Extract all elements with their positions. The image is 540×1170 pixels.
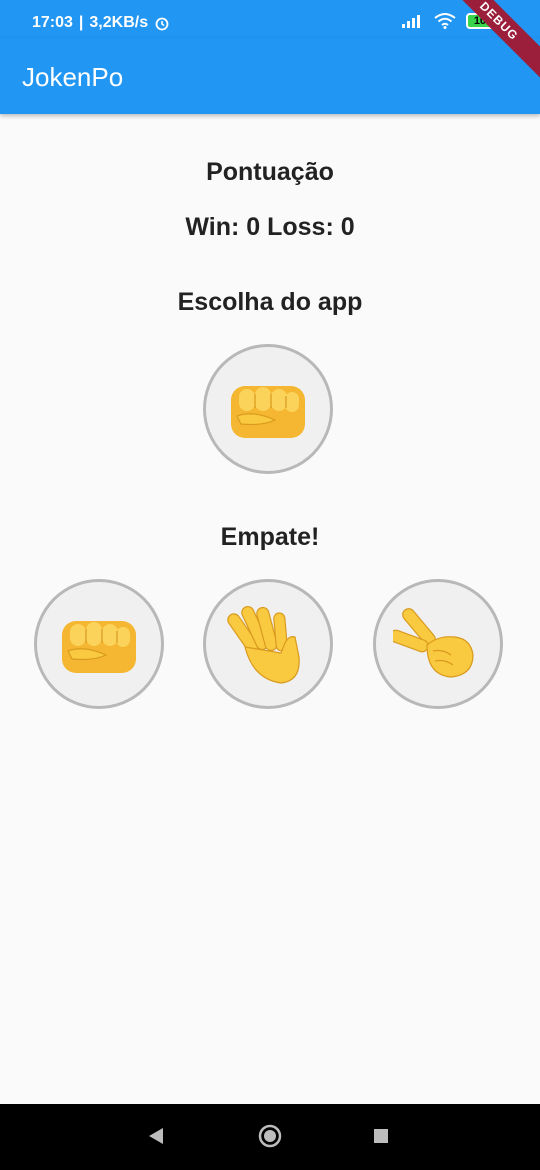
fist-icon: [231, 386, 305, 438]
score-title: Pontuação: [206, 158, 334, 186]
hand-icon: [227, 605, 300, 684]
home-icon[interactable]: [258, 1124, 282, 1148]
choice-rock-button[interactable]: [34, 579, 164, 709]
choice-scissors-button[interactable]: [373, 579, 503, 709]
debug-ribbon-container: DEBUG: [430, 0, 540, 110]
status-left: 17:03 | 3,2KB/s: [32, 14, 170, 32]
app-choice-image: [203, 344, 333, 474]
debug-banner: DEBUG: [438, 0, 540, 82]
fist-icon: [62, 621, 136, 673]
signal-icon: [402, 15, 420, 28]
result-text: Empate!: [220, 523, 320, 551]
navigation-bar: [0, 1104, 540, 1170]
score-text: Win: 0 Loss: 0: [185, 213, 355, 241]
status-time: 17:03: [32, 14, 73, 31]
alarm-icon: [155, 17, 169, 31]
recents-icon[interactable]: [373, 1128, 389, 1144]
status-network-speed: 3,2KB/s: [89, 14, 149, 31]
choice-paper-button[interactable]: [203, 579, 333, 709]
app-choice-title: Escolha do app: [177, 288, 363, 316]
status-separator: |: [78, 14, 84, 31]
app-title: JokenPo: [22, 62, 124, 92]
victory-hand-icon: [393, 608, 474, 678]
back-icon[interactable]: [147, 1126, 165, 1146]
